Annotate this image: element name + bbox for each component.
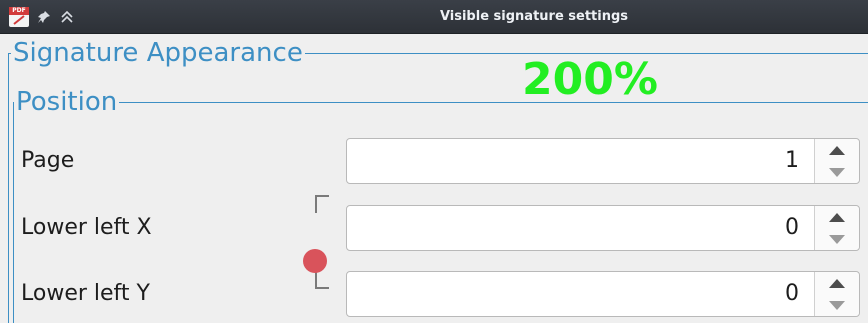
chevron-down-icon [829,167,845,177]
position-group-top-border [13,102,868,103]
chevron-down-icon [829,300,845,310]
position-group-left-border [13,102,14,323]
appearance-group-left-border [8,53,9,323]
appearance-group-title: Signature Appearance [11,38,305,68]
lower-left-x-decrement-button[interactable] [815,228,859,250]
page-increment-button[interactable] [815,139,859,161]
lower-left-x-value[interactable]: 0 [785,206,799,250]
chevron-down-icon [829,234,845,244]
page-spinbox[interactable]: 1 [346,138,860,184]
lower-left-y-decrement-button[interactable] [815,294,859,316]
page-label: Page [21,148,75,173]
chevron-up-icon [829,212,845,222]
link-toggle-icon[interactable] [303,249,327,273]
lower-left-y-increment-button[interactable] [815,272,859,294]
lower-left-x-increment-button[interactable] [815,206,859,228]
page-value[interactable]: 1 [785,139,799,183]
link-bracket-top [315,195,329,213]
lower-left-x-label: Lower left X [21,215,152,240]
link-bracket-bottom [315,271,329,289]
lower-left-y-spin-buttons [814,272,859,316]
chevron-up-icon [829,278,845,288]
lower-left-y-label: Lower left Y [21,281,150,306]
lower-left-y-spinbox[interactable]: 0 [346,271,860,317]
lower-left-x-spin-buttons [814,206,859,250]
zoom-level: 200% [522,54,658,105]
position-group-title: Position [14,87,120,117]
page-decrement-button[interactable] [815,161,859,183]
window-titlebar: PDF Visible signature settings [0,0,868,34]
dialog-content: Signature Appearance 200% Position Page … [0,34,868,323]
lower-left-y-value[interactable]: 0 [785,272,799,316]
chevron-up-icon [829,145,845,155]
page-spin-buttons [814,139,859,183]
window-title: Visible signature settings [439,9,629,24]
lower-left-x-spinbox[interactable]: 0 [346,205,860,251]
